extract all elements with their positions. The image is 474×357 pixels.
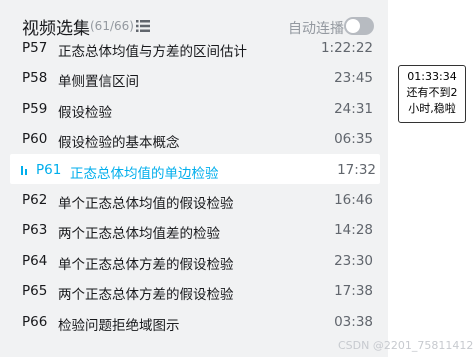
episode-row-p61-active[interactable]: P61 正态总体均值的单边检验 17:32 xyxy=(10,153,380,184)
note-line-2: 还有不到2 xyxy=(406,86,458,99)
episode-duration: 17:38 xyxy=(334,283,373,300)
episode-number: P62 xyxy=(22,191,48,208)
note-line-time: 01:33:34 xyxy=(407,70,457,83)
episode-title: 正态总体均值的单边检验 xyxy=(70,165,219,182)
episode-row-p63[interactable]: P63 两个正态总体均值差的检验 14:28 xyxy=(0,214,388,244)
episode-number: P63 xyxy=(22,222,48,239)
episode-number: P60 xyxy=(22,131,48,148)
episode-duration: 23:30 xyxy=(334,252,373,269)
episode-title: 假设检验 xyxy=(58,104,112,121)
episode-row-p65[interactable]: P65 两个正态总体方差的假设检验 17:38 xyxy=(0,275,388,305)
annotation-note: 01:33:34 还有不到2 小时,稳啦 xyxy=(398,65,466,123)
episode-duration: 1:22:22 xyxy=(320,40,373,56)
episode-count: (61/66) xyxy=(90,19,134,33)
episode-duration: 14:28 xyxy=(334,222,373,239)
episode-row-p60[interactable]: P60 假设检验的基本概念 06:35 xyxy=(0,123,388,153)
episode-title: 两个正态总体方差的假设检验 xyxy=(58,287,234,304)
episode-title: 检验问题拒绝域图示 xyxy=(58,317,180,334)
episode-row-p58[interactable]: P58 单侧置信区间 23:45 xyxy=(0,62,388,92)
episode-duration: 17:32 xyxy=(337,161,376,178)
now-playing-icon xyxy=(21,165,30,175)
episode-duration: 06:35 xyxy=(334,131,373,148)
episode-duration: 23:45 xyxy=(334,70,373,87)
episode-list: P57 正态总体均值与方差的区间估计 1:22:22 P58 单侧置信区间 23… xyxy=(0,32,388,336)
episode-row-p57[interactable]: P57 正态总体均值与方差的区间估计 1:22:22 xyxy=(0,32,388,62)
episode-title: 单侧置信区间 xyxy=(58,74,139,91)
episode-number: P57 xyxy=(22,40,48,56)
episode-number: P61 xyxy=(36,161,62,178)
note-line-3: 小时,稳啦 xyxy=(408,102,456,115)
episode-row-p59[interactable]: P59 假设检验 24:31 xyxy=(0,93,388,123)
episode-row-p64[interactable]: P64 单个正态总体方差的假设检验 23:30 xyxy=(0,245,388,275)
episode-number: P58 xyxy=(22,70,48,87)
episode-number: P59 xyxy=(22,100,48,117)
list-icon[interactable] xyxy=(136,20,150,32)
toggle-knob xyxy=(346,19,360,33)
episode-duration: 16:46 xyxy=(334,191,373,208)
episode-row-p66[interactable]: P66 检验问题拒绝域图示 03:38 xyxy=(0,306,388,336)
episode-number: P65 xyxy=(22,283,48,300)
episode-row-p62[interactable]: P62 单个正态总体均值的假设检验 16:46 xyxy=(0,184,388,214)
episode-title: 单个正态总体方差的假设检验 xyxy=(58,256,234,273)
episode-number: P64 xyxy=(22,252,48,269)
episode-title: 正态总体均值与方差的区间估计 xyxy=(58,44,247,60)
episode-panel: 视频选集 (61/66) 自动连播 P57 正态总体均值与方差的区间估计 1:2… xyxy=(0,0,388,357)
episode-number: P66 xyxy=(22,313,48,330)
episode-title: 单个正态总体均值的假设检验 xyxy=(58,195,234,212)
episode-duration: 24:31 xyxy=(334,100,373,117)
watermark: CSDN @2201_75811412 xyxy=(338,339,474,352)
episode-title: 两个正态总体均值差的检验 xyxy=(58,226,220,243)
episode-duration: 03:38 xyxy=(334,313,373,330)
episode-title: 假设检验的基本概念 xyxy=(58,135,180,152)
